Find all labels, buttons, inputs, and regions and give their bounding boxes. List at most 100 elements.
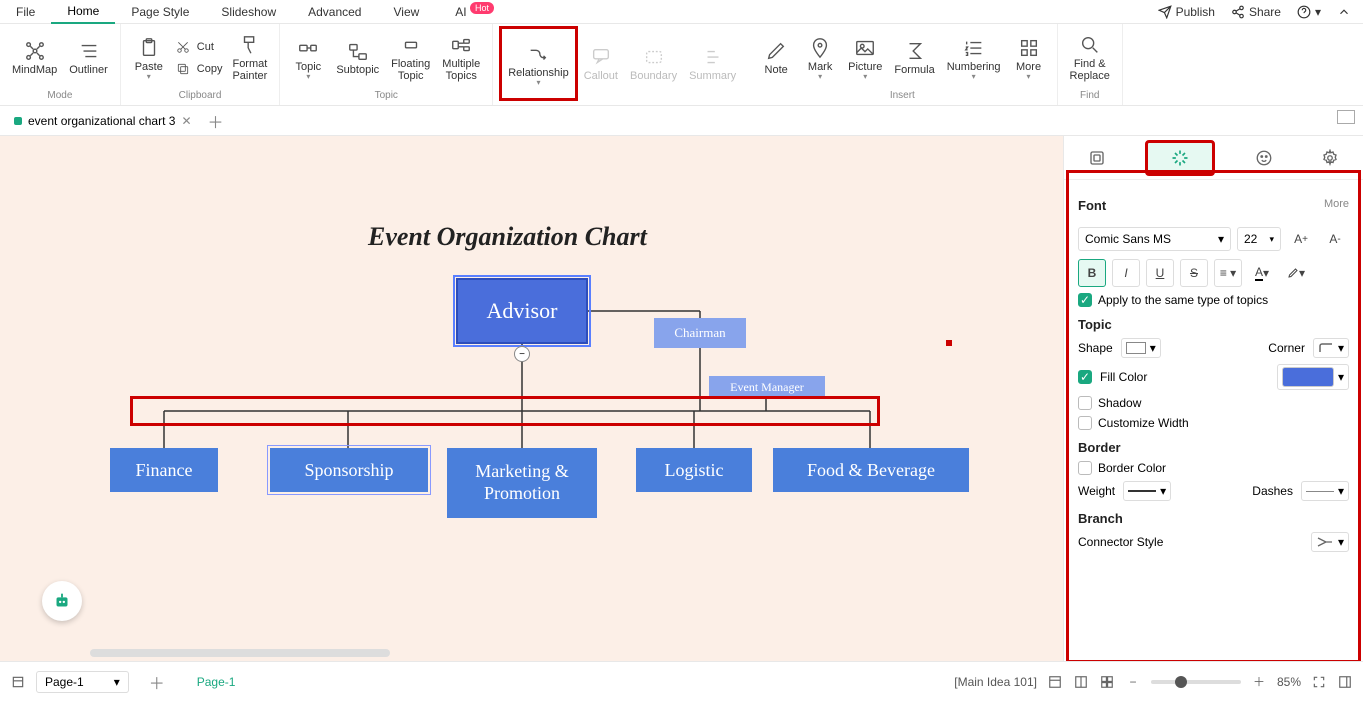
node-finance[interactable]: Finance xyxy=(110,448,218,492)
formula-button[interactable]: Formula xyxy=(888,26,940,90)
corner-select[interactable]: ▾ xyxy=(1313,338,1349,358)
shadow-label: Shadow xyxy=(1098,396,1141,410)
weight-select[interactable]: ▾ xyxy=(1123,481,1171,501)
dashes-label: Dashes xyxy=(1252,484,1293,498)
cut-button[interactable]: Cut xyxy=(171,37,227,57)
share-button[interactable]: Share xyxy=(1231,5,1281,19)
collapse-toggle[interactable]: − xyxy=(514,346,530,362)
menu-slideshow[interactable]: Slideshow xyxy=(205,1,292,23)
add-tab-button[interactable]: ＋ xyxy=(208,109,224,133)
mindmap-button[interactable]: MindMap xyxy=(6,26,63,90)
view-mode-1[interactable] xyxy=(1047,674,1063,690)
page-tab[interactable]: Page-1 xyxy=(185,671,248,693)
panel-body: Font More Comic Sans MS▾ 22▾ A+ A- B I U… xyxy=(1064,180,1363,661)
font-shrink-button[interactable]: A- xyxy=(1321,225,1349,253)
node-chairman[interactable]: Chairman xyxy=(654,318,746,348)
menu-file[interactable]: File xyxy=(0,1,51,23)
customwidth-label: Customize Width xyxy=(1098,416,1189,430)
zoom-out-button[interactable]: − xyxy=(1125,674,1141,690)
node-food[interactable]: Food & Beverage xyxy=(773,448,969,492)
font-color-button[interactable]: A ▾ xyxy=(1248,259,1276,287)
zoom-slider[interactable] xyxy=(1151,680,1241,684)
subtopic-button[interactable]: Subtopic xyxy=(330,26,385,90)
ai-assistant-button[interactable] xyxy=(42,581,82,621)
numbering-button[interactable]: Numbering▾ xyxy=(941,26,1007,90)
font-grow-button[interactable]: A+ xyxy=(1287,225,1315,253)
menu-pagestyle[interactable]: Page Style xyxy=(115,1,205,23)
outliner-icon xyxy=(78,40,100,62)
add-page-button[interactable]: ＋ xyxy=(139,670,175,694)
font-family-select[interactable]: Comic Sans MS▾ xyxy=(1078,227,1231,251)
subtopic-icon xyxy=(347,40,369,62)
copy-label: Copy xyxy=(197,63,223,75)
menu-advanced[interactable]: Advanced xyxy=(292,1,377,23)
node-logistic[interactable]: Logistic xyxy=(636,448,752,492)
panel-more-link[interactable]: More xyxy=(1324,198,1349,210)
view-mode-2[interactable] xyxy=(1073,674,1089,690)
branch-section-title: Branch xyxy=(1078,511,1349,526)
highlight-button[interactable]: ▾ xyxy=(1282,259,1310,287)
close-tab-button[interactable]: ✕ xyxy=(181,114,191,128)
bordercolor-checkbox[interactable] xyxy=(1078,461,1092,475)
collapse-ribbon-button[interactable] xyxy=(1337,5,1351,19)
apply-same-checkbox[interactable]: ✓ xyxy=(1078,293,1092,307)
page-select[interactable]: Page-1▾ xyxy=(36,671,129,693)
help-button[interactable]: ▾ xyxy=(1297,5,1321,19)
page-list-button[interactable] xyxy=(10,674,26,690)
document-tab[interactable]: event organizational chart 3 ✕ xyxy=(6,110,200,132)
fullscreen-button[interactable] xyxy=(1311,674,1327,690)
cut-label: Cut xyxy=(197,41,214,53)
panel-tab-icon[interactable] xyxy=(1246,140,1282,176)
fillcolor-checkbox[interactable]: ✓ xyxy=(1078,370,1092,384)
paste-button[interactable]: Paste▾ xyxy=(127,26,171,90)
more-button[interactable]: More▾ xyxy=(1007,26,1051,90)
subtopic-label: Subtopic xyxy=(336,64,379,76)
shape-label: Shape xyxy=(1078,341,1113,355)
underline-button[interactable]: U xyxy=(1146,259,1174,287)
face-icon xyxy=(1255,149,1273,167)
connector-select[interactable]: ▾ xyxy=(1311,532,1349,552)
format-painter-button[interactable]: Format Painter xyxy=(226,26,273,90)
panel-toggle-button[interactable] xyxy=(1337,674,1353,690)
customwidth-checkbox[interactable] xyxy=(1078,416,1092,430)
menu-view[interactable]: View xyxy=(377,1,435,23)
panel-tab-outline[interactable] xyxy=(1079,140,1115,176)
menu-home[interactable]: Home xyxy=(51,0,115,24)
dashes-select[interactable]: ▾ xyxy=(1301,481,1349,501)
note-button[interactable]: Note xyxy=(754,26,798,90)
multiple-topics-button[interactable]: Multiple Topics xyxy=(436,26,486,90)
panel-tab-style[interactable] xyxy=(1145,140,1215,176)
align-button[interactable]: ≡ ▾ xyxy=(1214,259,1242,287)
canvas[interactable]: Event Organization Chart Advisor − Chair… xyxy=(0,136,1063,661)
strikethrough-button[interactable]: S xyxy=(1180,259,1208,287)
zoom-in-button[interactable]: ＋ xyxy=(1251,674,1267,690)
bordercolor-label: Border Color xyxy=(1098,461,1166,475)
view-mode-3[interactable] xyxy=(1099,674,1115,690)
italic-button[interactable]: I xyxy=(1112,259,1140,287)
bold-button[interactable]: B xyxy=(1078,259,1106,287)
more-icon xyxy=(1018,37,1040,59)
node-event-manager[interactable]: Event Manager xyxy=(709,376,825,398)
shape-select[interactable]: ▾ xyxy=(1121,338,1161,358)
fillcolor-select[interactable]: ▾ xyxy=(1277,364,1349,390)
floating-topic-button[interactable]: Floating Topic xyxy=(385,26,436,90)
outliner-button[interactable]: Outliner xyxy=(63,26,114,90)
zoom-value[interactable]: 85% xyxy=(1277,675,1301,689)
menu-ai[interactable]: AI Hot xyxy=(439,1,510,23)
panel-tab-settings[interactable] xyxy=(1312,140,1348,176)
horizontal-scrollbar[interactable] xyxy=(90,649,390,657)
node-marketing[interactable]: Marketing & Promotion xyxy=(447,448,597,518)
topic-button[interactable]: Topic▾ xyxy=(286,26,330,90)
chart-title[interactable]: Event Organization Chart xyxy=(368,222,647,252)
copy-button[interactable]: Copy xyxy=(171,59,227,79)
shadow-checkbox[interactable] xyxy=(1078,396,1092,410)
mark-button[interactable]: Mark▾ xyxy=(798,26,842,90)
font-size-select[interactable]: 22▾ xyxy=(1237,227,1281,251)
node-sponsorship[interactable]: Sponsorship xyxy=(270,448,428,492)
node-advisor[interactable]: Advisor xyxy=(456,278,588,344)
publish-button[interactable]: Publish xyxy=(1158,5,1215,19)
picture-button[interactable]: Picture▾ xyxy=(842,26,888,90)
relationship-button[interactable]: Relationship▾ xyxy=(499,26,578,101)
find-replace-button[interactable]: Find & Replace xyxy=(1064,26,1116,90)
tab-name: event organizational chart 3 xyxy=(28,114,175,128)
